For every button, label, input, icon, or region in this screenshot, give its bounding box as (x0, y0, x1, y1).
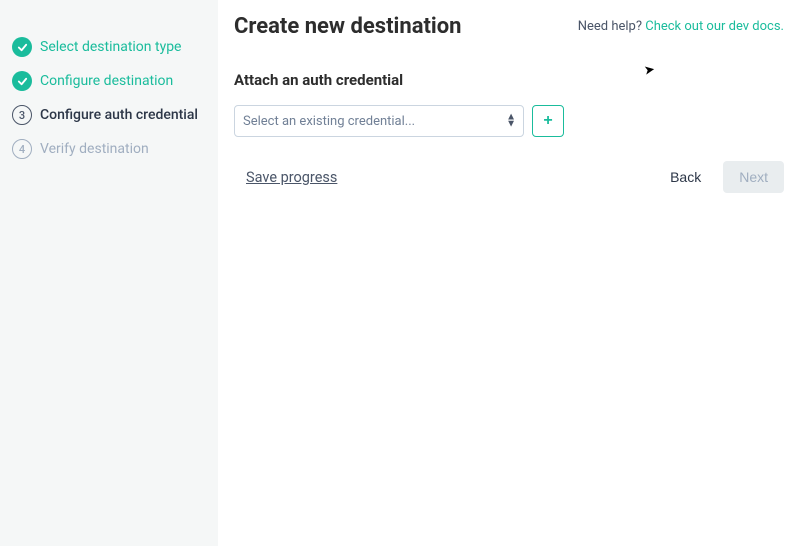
section-title: Attach an auth credential (234, 71, 784, 89)
credential-select-box[interactable]: Select an existing credential... (234, 105, 524, 137)
save-progress-link[interactable]: Save progress (234, 169, 337, 186)
step-number-icon: 4 (12, 139, 32, 159)
step-configure-destination[interactable]: Configure destination (12, 64, 208, 98)
step-verify-destination[interactable]: 4 Verify destination (12, 132, 208, 166)
step-label: Configure auth credential (40, 107, 198, 123)
credential-select-placeholder: Select an existing credential... (243, 114, 415, 129)
step-select-destination-type[interactable]: Select destination type (12, 30, 208, 64)
step-label: Configure destination (40, 73, 173, 89)
step-number-icon: 3 (12, 105, 32, 125)
help-prefix: Need help? (578, 19, 646, 34)
dev-docs-link[interactable]: Check out our dev docs. (645, 19, 784, 34)
help-text: Need help? Check out our dev docs. (578, 19, 784, 34)
next-button[interactable]: Next (723, 161, 784, 193)
credential-select[interactable]: Select an existing credential... ▲▼ (234, 105, 524, 137)
back-button[interactable]: Back (656, 161, 715, 193)
check-icon (12, 37, 32, 57)
step-label: Verify destination (40, 141, 149, 157)
step-configure-auth-credential[interactable]: 3 Configure auth credential (12, 98, 208, 132)
main-panel: ➤ Create new destination Need help? Chec… (218, 0, 800, 546)
add-credential-button[interactable]: + (532, 105, 564, 137)
wizard-steps-sidebar: Select destination type Configure destin… (0, 0, 218, 546)
step-label: Select destination type (40, 39, 181, 55)
check-icon (12, 71, 32, 91)
page-title: Create new destination (234, 14, 462, 39)
